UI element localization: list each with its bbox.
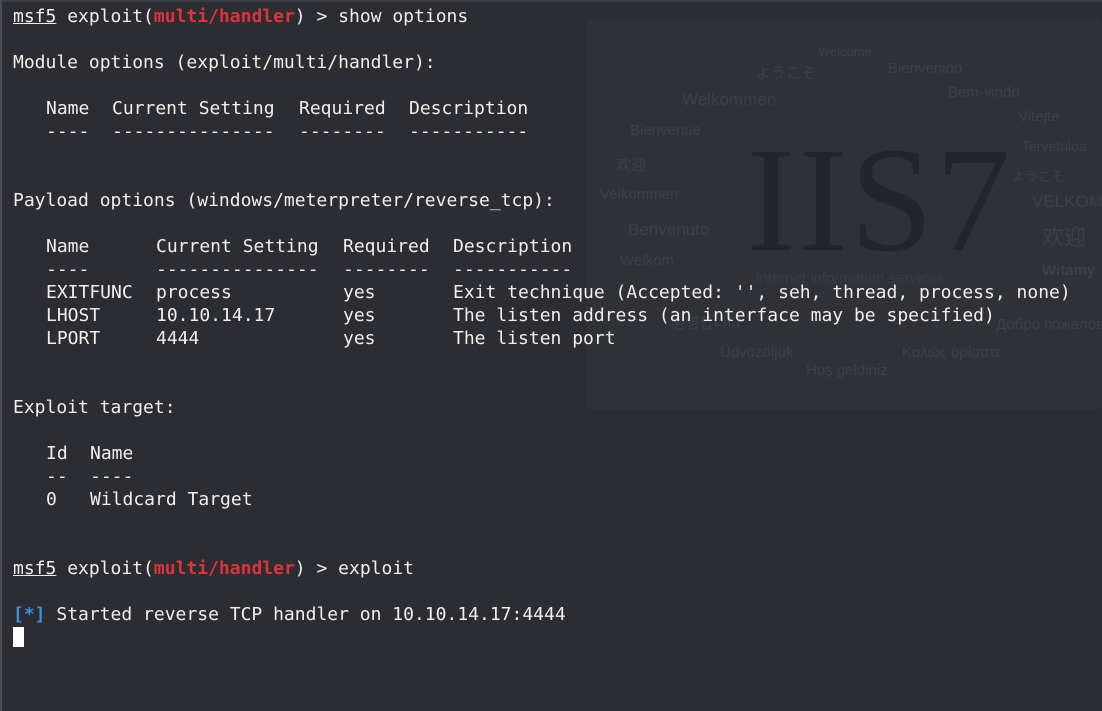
prompt-user: msf5 <box>13 558 57 579</box>
column-header: Id <box>46 443 68 464</box>
column-header: Name <box>90 443 134 464</box>
option-name: LPORT <box>46 328 101 349</box>
module-options-underline-row: ---- --------------- -------- ----------… <box>13 120 1102 143</box>
option-description: Exit technique (Accepted: '', seh, threa… <box>453 282 1071 303</box>
column-underline: ---- <box>46 121 90 142</box>
option-value: 4444 <box>156 328 200 349</box>
prompt-line: msf5 exploit(multi/handler) > exploit <box>13 557 1102 580</box>
exploit-target-underline-row: -- ---- <box>13 465 1102 488</box>
column-underline: ----------- <box>453 259 573 280</box>
column-header: Name <box>46 236 90 257</box>
window-top-border <box>0 0 1102 2</box>
column-underline: ---- <box>46 259 90 280</box>
module-options-heading: Module options (exploit/multi/handler): <box>13 52 436 73</box>
prompt-module: multi/handler <box>153 558 295 579</box>
target-name: Wildcard Target <box>90 489 253 510</box>
column-underline: -------- <box>299 121 386 142</box>
column-underline: -- <box>46 466 68 487</box>
column-header: Required <box>343 236 430 257</box>
payload-options-header-row: Name Current Setting Required Descriptio… <box>13 235 1102 258</box>
table-row: 0 Wildcard Target <box>13 488 1102 511</box>
column-underline: --------------- <box>112 121 275 142</box>
option-value: 10.10.14.17 <box>156 305 276 326</box>
table-row: LPORT 4444 yes The listen port <box>13 327 1102 350</box>
column-header: Current Setting <box>156 236 319 257</box>
option-name: EXITFUNC <box>46 282 133 303</box>
command-text: show options <box>338 6 469 27</box>
terminal-output[interactable]: msf5 exploit(multi/handler) > show optio… <box>13 5 1102 649</box>
input-line[interactable] <box>13 626 1102 649</box>
module-options-header-row: Name Current Setting Required Descriptio… <box>13 97 1102 120</box>
column-underline: ---- <box>90 466 134 487</box>
option-required: yes <box>343 328 376 349</box>
table-row: LHOST 10.10.14.17 yes The listen address… <box>13 304 1102 327</box>
option-description: The listen port <box>453 328 616 349</box>
column-underline: -------- <box>343 259 430 280</box>
exploit-target-header-row: Id Name <box>13 442 1102 465</box>
option-name: LHOST <box>46 305 101 326</box>
status-line: [*] Started reverse TCP handler on 10.10… <box>13 603 1102 626</box>
status-message: Started reverse TCP handler on 10.10.14.… <box>45 604 566 625</box>
column-header: Required <box>299 98 386 119</box>
option-required: yes <box>343 305 376 326</box>
terminal-cursor[interactable] <box>13 627 24 647</box>
column-header: Name <box>46 98 90 119</box>
prompt-exploit: exploit( <box>56 558 154 579</box>
prompt-exploit: exploit( <box>56 6 154 27</box>
target-id: 0 <box>46 489 57 510</box>
prompt-module: multi/handler <box>153 6 295 27</box>
command-text: exploit <box>338 558 415 579</box>
status-marker: [*] <box>13 604 46 625</box>
window-left-border <box>0 0 2 711</box>
exploit-target-heading: Exploit target: <box>13 397 176 418</box>
column-header: Description <box>409 98 529 119</box>
option-required: yes <box>343 282 376 303</box>
prompt-line: msf5 exploit(multi/handler) > show optio… <box>13 5 1102 28</box>
option-value: process <box>156 282 232 303</box>
prompt-user: msf5 <box>13 6 57 27</box>
payload-options-heading: Payload options (windows/meterpreter/rev… <box>13 190 555 211</box>
column-header: Current Setting <box>112 98 275 119</box>
column-underline: ----------- <box>409 121 529 142</box>
option-description: The listen address (an interface may be … <box>453 305 995 326</box>
column-header: Description <box>453 236 573 257</box>
payload-options-underline-row: ---- --------------- -------- ----------… <box>13 258 1102 281</box>
table-row: EXITFUNC process yes Exit technique (Acc… <box>13 281 1102 304</box>
prompt-close: ) > <box>294 558 339 579</box>
prompt-close: ) > <box>294 6 339 27</box>
column-underline: --------------- <box>156 259 319 280</box>
